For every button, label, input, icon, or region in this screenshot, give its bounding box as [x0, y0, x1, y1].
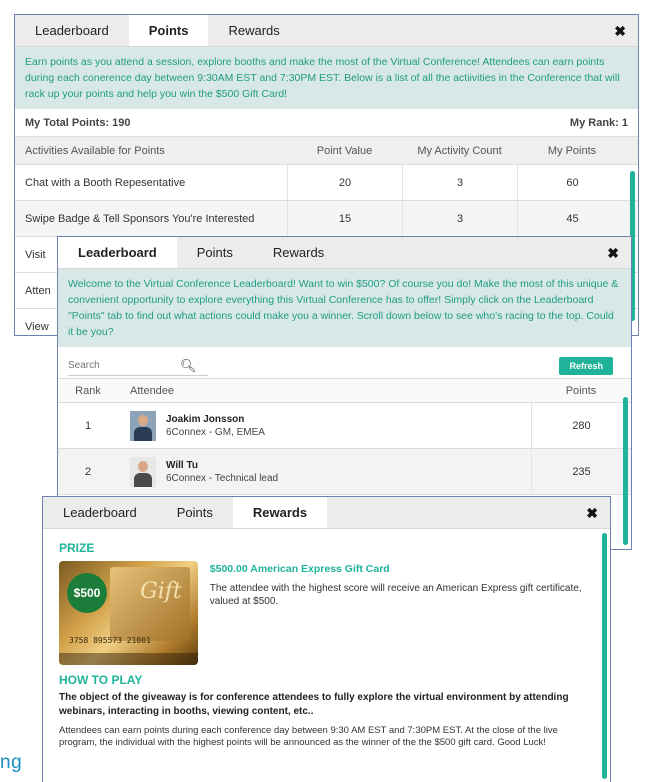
gift-card-image: $500 Gift 3758 895573 21001: [59, 561, 198, 665]
points-cell: 235: [531, 449, 631, 494]
column-header-attendee: Attendee: [130, 384, 175, 397]
column-header-points: Points: [565, 384, 597, 397]
refresh-button[interactable]: Refresh: [559, 356, 613, 375]
leaderboard-search-bar: 🔍︎ Refresh: [58, 353, 631, 379]
column-header-point-value: Point Value: [316, 144, 373, 157]
tab-rewards[interactable]: Rewards: [208, 15, 299, 46]
how-to-play-summary: The object of the giveaway is for confer…: [59, 692, 569, 717]
column-header-activity: Activities Available for Points: [25, 144, 165, 157]
attendee-cell: Will Tu 6Connex - Technical lead: [118, 456, 531, 487]
rewards-panel-tabs: Leaderboard Points Rewards ✖: [43, 497, 610, 529]
table-row: Chat with a Booth Repesentative 20 3 60: [15, 165, 638, 201]
points-intro-text: Earn points as you attend a session, exp…: [15, 47, 638, 109]
attendee-role: 6Connex - Technical lead: [166, 472, 279, 484]
prize-description: The attendee with the highest score will…: [209, 583, 582, 607]
close-icon[interactable]: ✖: [607, 237, 619, 269]
tab-rewards[interactable]: Rewards: [253, 237, 344, 268]
prize-details: $500.00 American Express Gift Card The a…: [198, 561, 594, 665]
table-row: 1 Joakim Jonsson 6Connex - GM, EMEA 280: [58, 403, 631, 449]
my-points-cell: 60: [517, 165, 627, 200]
attendee-role: 6Connex - GM, EMEA: [166, 426, 265, 438]
rank-cell: 2: [84, 465, 92, 478]
tab-points[interactable]: Points: [128, 15, 209, 46]
prize-heading: PRIZE: [59, 541, 95, 555]
points-table-header: Activities Available for Points Point Va…: [15, 137, 638, 165]
attendee-name: Joakim Jonsson: [166, 413, 245, 425]
attendee-cell: Joakim Jonsson 6Connex - GM, EMEA: [118, 410, 531, 441]
tab-rewards[interactable]: Rewards: [232, 497, 328, 528]
close-icon[interactable]: ✖: [586, 497, 598, 529]
leaderboard-panel-tabs: Leaderboard Points Rewards ✖: [58, 237, 631, 269]
prize-section: $500 Gift 3758 895573 21001 $500.00 Amer…: [43, 555, 610, 665]
rewards-panel: Leaderboard Points Rewards ✖ PRIZE $500 …: [42, 496, 611, 782]
avatar: [130, 410, 156, 441]
search-group: 🔍︎: [68, 355, 208, 376]
tab-leaderboard[interactable]: Leaderboard: [43, 497, 157, 528]
attendee-info: Joakim Jonsson 6Connex - GM, EMEA: [166, 414, 265, 438]
table-row: Swipe Badge & Tell Sponsors You're Inter…: [15, 201, 638, 237]
background-text-fragment: ng: [0, 752, 23, 773]
points-totals-bar: My Total Points: 190 My Rank: 1: [15, 109, 638, 137]
prize-title: $500.00 American Express Gift Card: [209, 563, 390, 575]
activity-cell: Chat with a Booth Repesentative: [25, 176, 186, 189]
card-number: 3758 895573 21001: [69, 636, 151, 645]
tab-leaderboard[interactable]: Leaderboard: [58, 237, 177, 268]
leaderboard-scrollbar[interactable]: [623, 397, 628, 545]
total-points-label: My Total Points: 190: [25, 117, 131, 129]
tab-points[interactable]: Points: [157, 497, 233, 528]
activity-cell: Swipe Badge & Tell Sponsors You're Inter…: [25, 212, 255, 225]
card-footer-strip: [59, 653, 198, 665]
rank-cell: 1: [84, 419, 92, 432]
table-row: 2 Will Tu 6Connex - Technical lead 235: [58, 449, 631, 495]
rank-label: My Rank: 1: [569, 117, 628, 129]
avatar: [130, 456, 156, 487]
my-points-cell: 45: [517, 201, 627, 236]
activity-count-cell: 3: [402, 201, 517, 236]
close-icon[interactable]: ✖: [614, 15, 626, 47]
column-header-rank: Rank: [75, 384, 101, 397]
tab-points[interactable]: Points: [177, 237, 253, 268]
how-to-play-heading: HOW TO PLAY: [59, 673, 143, 687]
how-to-play-details: Attendees can earn points during each co…: [59, 725, 558, 748]
rewards-scrollbar[interactable]: [602, 533, 607, 779]
card-badge: $500: [67, 573, 107, 613]
attendee-info: Will Tu 6Connex - Technical lead: [166, 460, 278, 484]
points-cell: 280: [531, 403, 631, 448]
column-header-my-points: My Points: [547, 144, 597, 157]
activity-count-cell: 3: [402, 165, 517, 200]
column-header-activity-count: My Activity Count: [417, 144, 502, 157]
tab-leaderboard[interactable]: Leaderboard: [15, 15, 129, 46]
leaderboard-table-header: Rank Attendee Points: [58, 379, 631, 403]
point-value-cell: 20: [287, 165, 402, 200]
attendee-name: Will Tu: [166, 459, 198, 471]
point-value-cell: 15: [287, 201, 402, 236]
search-icon[interactable]: 🔍︎: [180, 358, 197, 374]
card-gift-text: Gift: [140, 579, 182, 604]
leaderboard-intro-text: Welcome to the Virtual Conference Leader…: [58, 269, 631, 347]
points-panel-tabs: Leaderboard Points Rewards ✖: [15, 15, 638, 47]
